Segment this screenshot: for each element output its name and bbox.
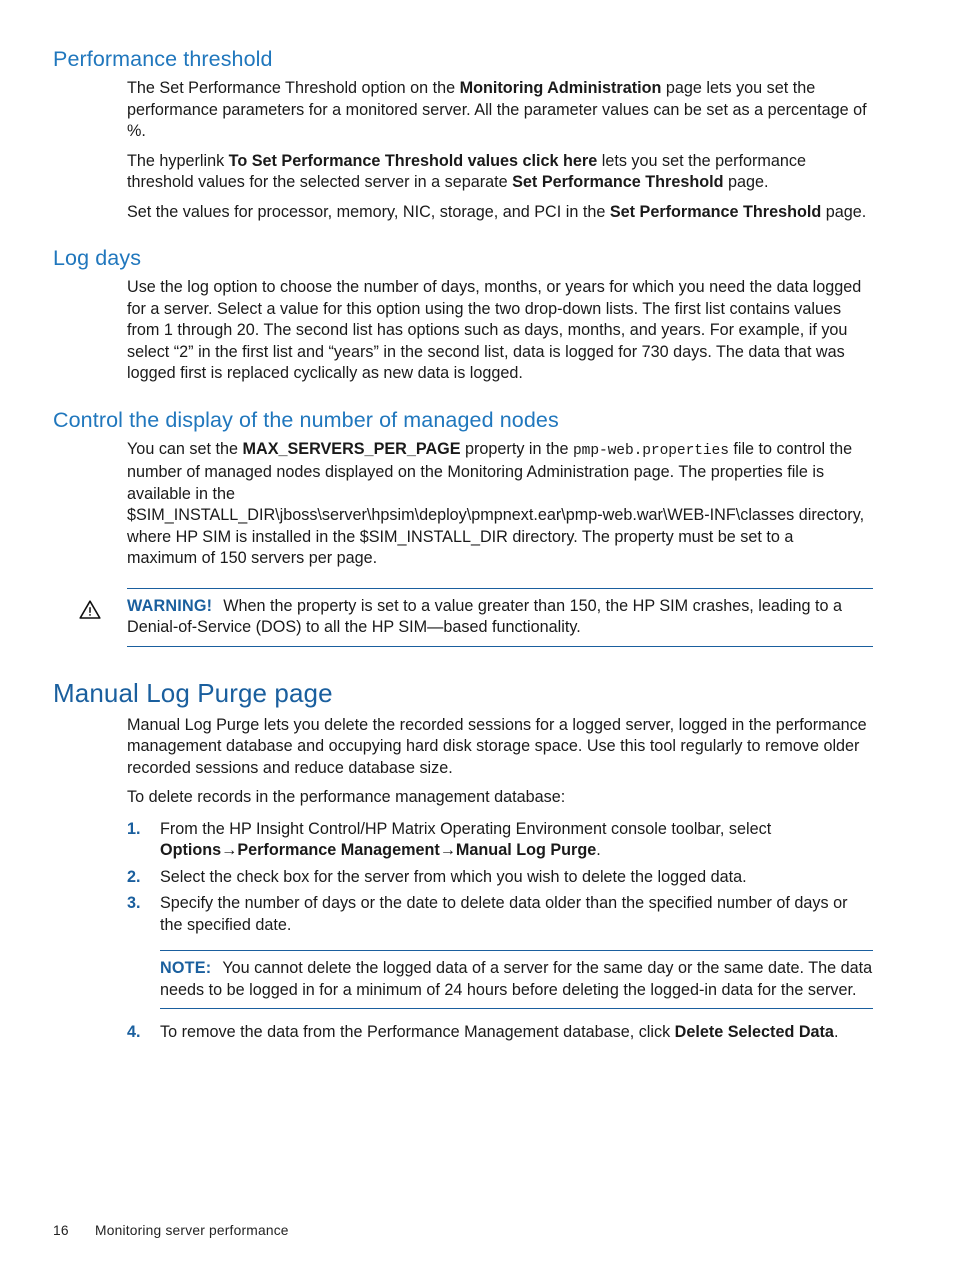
note-label: NOTE: (160, 959, 212, 977)
text-run: The hyperlink (127, 151, 229, 170)
note-admonition: NOTE: You cannot delete the logged data o… (160, 950, 873, 1009)
paragraph: Use the log option to choose the number … (127, 278, 862, 382)
warning-body: WARNING! When the property is set to a va… (127, 589, 873, 646)
section-log-days: Log days Use the log option to choose th… (53, 245, 868, 385)
warning-admonition: WARNING! When the property is set to a va… (79, 587, 873, 647)
manual-log-purge-body: Manual Log Purge lets you delete the rec… (127, 715, 868, 809)
divider-bottom (127, 645, 873, 647)
heading-control-display: Control the display of the number of man… (53, 407, 559, 432)
text-run: To remove the data from the Performance … (160, 1023, 675, 1041)
list-number: 2. (127, 867, 141, 886)
property-name: MAX_SERVERS_PER_PAGE (242, 439, 461, 458)
list-item: 1. From the HP Insight Control/HP Matrix … (127, 819, 868, 862)
filename-code: pmp-web.properties (573, 442, 729, 459)
text-run: Set the values for processor, memory, NI… (127, 202, 610, 221)
paragraph: The Set Performance Threshold option on … (127, 78, 868, 143)
warning-label: WARNING! (127, 596, 213, 615)
steps-list: 1. From the HP Insight Control/HP Matrix … (127, 819, 868, 937)
log-days-body: Use the log option to choose the number … (127, 277, 868, 385)
install-path: $SIM_INSTALL_DIR\jboss\server\hpsim\depl… (127, 506, 795, 524)
text-run: . (833, 1023, 839, 1041)
note-body: NOTE: You cannot delete the logged data o… (160, 951, 873, 1008)
page-footer: 16 Monitoring server performance (53, 1222, 873, 1240)
heading-log-days: Log days (53, 246, 142, 270)
text-run: Select the check box for the server from… (160, 867, 747, 886)
text-run: From the HP Insight Control/HP Matrix Op… (160, 819, 772, 838)
text-run: page. (821, 202, 867, 221)
performance-threshold-body: The Set Performance Threshold option on … (127, 78, 868, 223)
text-run: property in the (460, 439, 574, 458)
steps-list-continued: 4. To remove the data from the Performanc… (127, 1022, 868, 1044)
bold-term: Monitoring Administration (459, 79, 662, 97)
warning-triangle-icon (79, 599, 101, 619)
control-display-body: You can set the MAX_SERVERS_PER_PAGE pro… (127, 439, 868, 570)
bold-term: To Set Performance Threshold values clic… (228, 151, 598, 170)
paragraph: Set the values for processor, memory, NI… (127, 202, 868, 224)
section-control-display: Control the display of the number of man… (53, 407, 868, 570)
text-run: Specify the number of days or the date t… (160, 894, 848, 934)
paragraph: The hyperlink To Set Performance Thresho… (127, 151, 868, 194)
paragraph: Manual Log Purge lets you delete the rec… (127, 715, 867, 777)
heading-performance-threshold: Performance threshold (53, 47, 273, 71)
list-item: 3. Specify the number of days or the date… (127, 893, 868, 936)
paragraph: You can set the MAX_SERVERS_PER_PAGE pro… (127, 439, 868, 570)
footer-chapter-title: Monitoring server performance (95, 1223, 289, 1238)
text-run: page. (723, 173, 769, 191)
section-manual-log-purge: Manual Log Purge page Manual Log Purge l… (53, 677, 873, 1044)
bold-term: Set Performance Threshold (609, 202, 822, 221)
bold-term: Set Performance Threshold (512, 173, 724, 191)
divider-bottom (160, 1008, 873, 1009)
list-number: 3. (127, 894, 141, 912)
list-number: 1. (127, 819, 141, 838)
list-item: 4. To remove the data from the Performanc… (127, 1022, 868, 1044)
text-run: The Set Performance Threshold option on … (127, 79, 460, 97)
document-page: Performance threshold The Set Performanc… (0, 0, 954, 1271)
text-run: You can set the (127, 439, 243, 458)
warning-text: When the property is set to a value grea… (127, 596, 843, 637)
page-content: Performance threshold The Set Performanc… (53, 46, 873, 1044)
list-number: 4. (127, 1023, 141, 1041)
menu-path: Options→Performance Management→Manual Lo… (160, 841, 597, 859)
list-item: 2. Select the check box for the server fr… (127, 867, 868, 889)
page-number: 16 (53, 1223, 69, 1238)
paragraph: To delete records in the performance man… (127, 788, 566, 806)
button-name: Delete Selected Data (674, 1023, 834, 1041)
note-text: You cannot delete the logged data of a s… (160, 959, 873, 999)
section-performance-threshold: Performance threshold The Set Performanc… (53, 46, 868, 223)
text-run: . (596, 841, 601, 859)
heading-manual-log-purge: Manual Log Purge page (53, 677, 333, 708)
